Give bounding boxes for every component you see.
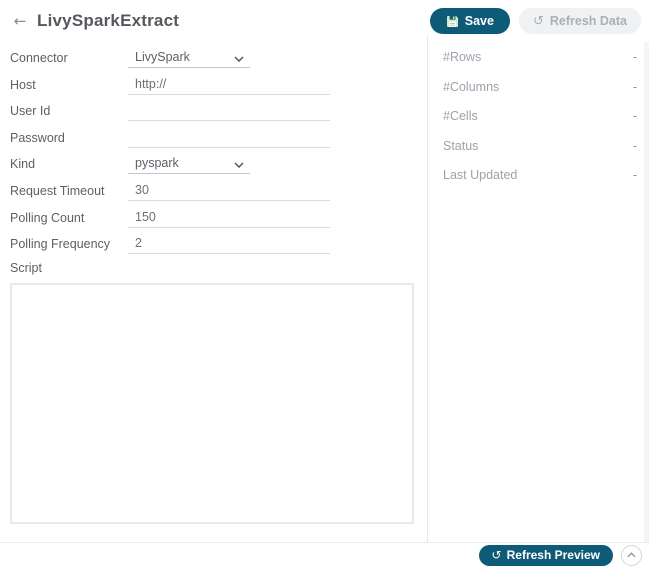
connector-form: Connector LivySpark Host User Id Passwor… [0, 36, 428, 542]
stat-row-status: Status - [443, 137, 637, 155]
form-field-connector: Connector LivySpark [10, 48, 413, 68]
connector-select-value: LivySpark [135, 50, 190, 64]
form-field-host: Host [10, 75, 413, 95]
chevron-up-icon [627, 552, 636, 558]
content-area: Connector LivySpark Host User Id Passwor… [0, 36, 649, 542]
form-field-password: Password [10, 128, 413, 148]
request-timeout-input[interactable] [128, 183, 330, 201]
kind-label: Kind [10, 157, 128, 174]
refresh-icon: ↺ [492, 549, 502, 561]
rows-label: #Rows [443, 50, 481, 64]
status-value: - [633, 139, 637, 153]
form-field-request-timeout: Request Timeout [10, 181, 413, 201]
form-field-polling-count: Polling Count [10, 208, 413, 228]
host-input[interactable] [128, 77, 330, 95]
last-updated-value: - [633, 168, 637, 182]
polling-count-input[interactable] [128, 210, 330, 228]
preview-stats-panel: #Rows - #Columns - #Cells - Status - Las… [428, 36, 649, 542]
last-updated-label: Last Updated [443, 168, 517, 182]
kind-select-value: pyspark [135, 156, 179, 170]
page-header: ← LivySparkExtract Save ↺ Refresh Data [0, 0, 649, 36]
livyspark-extract-page: ← LivySparkExtract Save ↺ Refresh Data C… [0, 0, 649, 567]
polling-count-label: Polling Count [10, 211, 128, 228]
connector-label: Connector [10, 51, 128, 68]
password-label: Password [10, 131, 128, 148]
chevron-down-icon [234, 162, 244, 168]
back-button[interactable]: ← [8, 12, 32, 30]
script-label: Script [10, 261, 413, 275]
polling-frequency-label: Polling Frequency [10, 237, 128, 254]
rows-value: - [633, 50, 637, 64]
columns-value: - [633, 80, 637, 94]
cells-value: - [633, 109, 637, 123]
form-field-kind: Kind pyspark [10, 154, 413, 174]
request-timeout-label: Request Timeout [10, 184, 128, 201]
cells-label: #Cells [443, 109, 478, 123]
password-input[interactable] [128, 130, 330, 148]
form-field-user-id: User Id [10, 101, 413, 121]
refresh-preview-button[interactable]: ↺ Refresh Preview [479, 545, 613, 566]
stat-row-columns: #Columns - [443, 78, 637, 96]
host-label: Host [10, 78, 128, 95]
chevron-down-icon [234, 56, 244, 62]
refresh-data-button[interactable]: ↺ Refresh Data [519, 8, 641, 34]
refresh-preview-label: Refresh Preview [507, 548, 600, 562]
stat-row-rows: #Rows - [443, 48, 637, 66]
status-label: Status [443, 139, 478, 153]
save-button[interactable]: Save [430, 8, 510, 34]
stat-row-cells: #Cells - [443, 107, 637, 125]
columns-label: #Columns [443, 80, 499, 94]
user-id-input[interactable] [128, 103, 330, 121]
connector-select[interactable]: LivySpark [128, 50, 250, 68]
save-floppy-icon [446, 15, 459, 28]
form-field-polling-frequency: Polling Frequency [10, 234, 413, 254]
scrollbar-track[interactable] [644, 42, 649, 542]
collapse-up-button[interactable] [621, 545, 642, 566]
save-button-label: Save [465, 14, 494, 28]
page-footer: ↺ Refresh Preview [0, 542, 649, 567]
kind-select[interactable]: pyspark [128, 156, 250, 174]
script-textarea[interactable] [10, 283, 414, 524]
refresh-icon: ↺ [533, 15, 544, 28]
polling-frequency-input[interactable] [128, 236, 330, 254]
back-arrow-icon: ← [14, 12, 27, 30]
user-id-label: User Id [10, 104, 128, 121]
page-title: LivySparkExtract [37, 11, 179, 31]
stat-row-last-updated: Last Updated - [443, 166, 637, 184]
refresh-data-label: Refresh Data [550, 14, 627, 28]
